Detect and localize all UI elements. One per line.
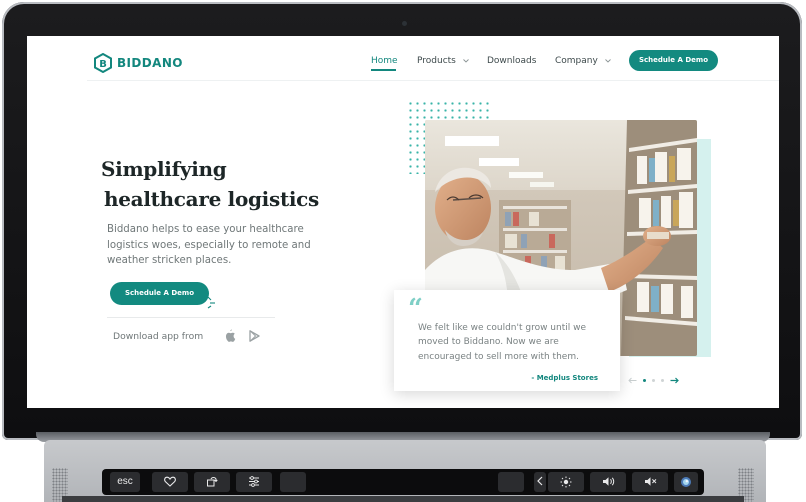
- arrow-left-icon[interactable]: [628, 377, 637, 384]
- camera-dot: [402, 21, 407, 26]
- nav-company-label: Company: [555, 56, 598, 66]
- apple-icon[interactable]: [224, 329, 236, 342]
- testimonial-author: - Medplus Stores: [531, 374, 598, 382]
- nav-downloads[interactable]: Downloads: [487, 56, 536, 66]
- carousel-dot-2[interactable]: [652, 379, 655, 382]
- testimonial-card: “ We felt like we couldn't grow until we…: [394, 290, 620, 391]
- hero-divider: [107, 317, 275, 318]
- favorites-key[interactable]: [152, 472, 188, 492]
- download-label: Download app from: [113, 331, 204, 342]
- mute-icon: [644, 477, 656, 486]
- quote-mark-icon: “: [408, 294, 423, 324]
- nav-active-underline: [371, 69, 396, 71]
- chevron-left-icon: [537, 476, 543, 486]
- chevron-down-icon: [462, 59, 469, 63]
- arrow-right-icon[interactable]: [670, 377, 679, 384]
- brand-name: BIDDANO: [117, 56, 183, 70]
- hero-description: Biddano helps to ease your healthcare lo…: [107, 224, 311, 266]
- header-divider: [87, 80, 779, 81]
- sparkle-icon: [207, 296, 215, 309]
- testimonial-carousel-controls: [628, 377, 679, 384]
- mute-key[interactable]: [632, 472, 668, 492]
- hero-title-line1: Simplifying: [101, 157, 227, 181]
- keyboard-edge: [62, 496, 744, 502]
- heart-icon: [164, 476, 176, 487]
- hero-title-line2: healthcare logistics: [104, 187, 320, 211]
- nav-products[interactable]: Products: [417, 56, 469, 66]
- testimonial-quote: We felt like we couldn't grow until we m…: [418, 323, 586, 362]
- brightness-key[interactable]: [548, 472, 584, 492]
- svg-text:B: B: [99, 59, 107, 70]
- touch-bar: esc: [102, 469, 704, 495]
- sliders-key[interactable]: [236, 472, 272, 492]
- blank-key-left[interactable]: [280, 472, 306, 492]
- hero-title: Simplifying healthcare logistics: [101, 154, 319, 214]
- rotate-icon: [207, 477, 218, 487]
- siri-icon: [681, 477, 691, 487]
- collapse-key[interactable]: [534, 472, 546, 492]
- volume-icon: [602, 477, 614, 486]
- brand-logo[interactable]: B BIDDANO: [93, 53, 183, 73]
- nav-home[interactable]: Home: [371, 56, 398, 66]
- brightness-icon: [560, 476, 572, 488]
- laptop-screen: B BIDDANO Home Products Downloads Compan…: [27, 36, 779, 408]
- carousel-dot-1[interactable]: [643, 379, 646, 382]
- header-schedule-demo-button[interactable]: Schedule A Demo: [629, 50, 718, 71]
- nav-products-label: Products: [417, 56, 456, 66]
- logo-icon: B: [94, 53, 112, 73]
- chevron-down-icon: [604, 59, 611, 63]
- google-play-icon[interactable]: [249, 330, 260, 342]
- nav-company[interactable]: Company: [555, 56, 611, 66]
- rotate-key[interactable]: [194, 472, 230, 492]
- sliders-icon: [249, 476, 259, 487]
- carousel-dot-3[interactable]: [661, 379, 664, 382]
- blank-key-right[interactable]: [498, 472, 524, 492]
- volume-key[interactable]: [590, 472, 626, 492]
- hero-schedule-demo-button[interactable]: Schedule A Demo: [110, 282, 209, 305]
- siri-key[interactable]: [674, 472, 698, 492]
- esc-key[interactable]: esc: [110, 472, 140, 492]
